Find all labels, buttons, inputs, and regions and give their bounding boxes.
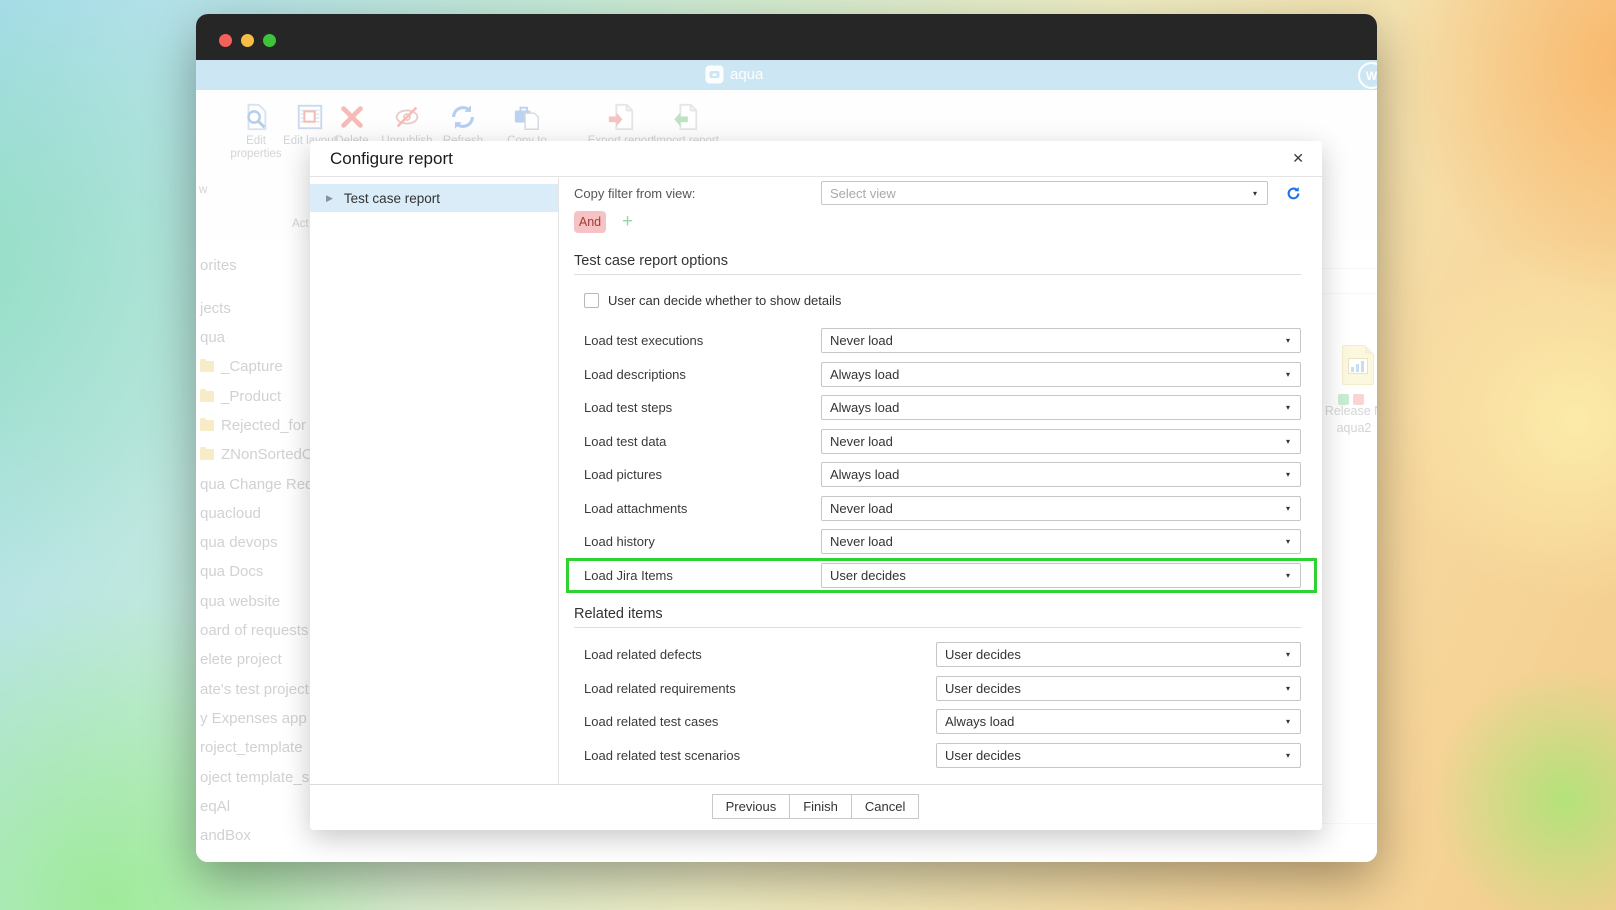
section-divider (574, 274, 1301, 275)
load-related-test-cases-row: Load related test casesAlways load▾ (574, 705, 1301, 739)
load-attachments-label: Load attachments (574, 501, 821, 516)
load-related-defects-label: Load related defects (574, 647, 936, 662)
select-value: User decides (945, 647, 1286, 662)
load-test-steps-label: Load test steps (574, 400, 821, 415)
load-related-test-scenarios-select[interactable]: User decides▾ (936, 743, 1301, 768)
select-value: User decides (945, 681, 1286, 696)
chevron-down-icon: ▾ (1286, 370, 1290, 379)
chevron-down-icon: ▾ (1286, 537, 1290, 546)
load-test-data-label: Load test data (574, 434, 821, 449)
add-filter-icon[interactable]: + (622, 211, 633, 233)
copy-filter-label: Copy filter from view: (574, 186, 821, 201)
chevron-down-icon: ▾ (1286, 336, 1290, 345)
chevron-down-icon: ▾ (1286, 403, 1290, 412)
dialog-header: Configure report ✕ (310, 141, 1322, 177)
select-value: Always load (830, 467, 1286, 482)
chevron-down-icon: ▾ (1286, 504, 1290, 513)
select-view-dropdown[interactable]: Select view ▾ (821, 181, 1268, 205)
select-value: Always load (830, 400, 1286, 415)
sidebar-item-test-case-report[interactable]: ▶ Test case report (310, 184, 558, 212)
load-descriptions-label: Load descriptions (574, 367, 821, 382)
filter-operator-row: And + (574, 211, 1301, 233)
chevron-down-icon: ▾ (1286, 684, 1290, 693)
load-attachments-select[interactable]: Never load▾ (821, 496, 1301, 521)
related-rows: Load related defectsUser decides▾Load re… (574, 638, 1301, 772)
finish-button[interactable]: Finish (789, 794, 852, 819)
load-descriptions-select[interactable]: Always load▾ (821, 362, 1301, 387)
configure-report-dialog: Configure report ✕ ▶ Test case report Co… (310, 141, 1322, 830)
load-history-row: Load historyNever load▾ (574, 525, 1301, 559)
select-value: Never load (830, 501, 1286, 516)
traffic-light-minimize[interactable] (241, 34, 254, 47)
select-value: User decides (945, 748, 1286, 763)
dialog-footer: PreviousFinishCancel (310, 784, 1322, 830)
previous-button[interactable]: Previous (712, 794, 791, 819)
load-related-test-scenarios-row: Load related test scenariosUser decides▾ (574, 739, 1301, 773)
select-value: User decides (830, 568, 1286, 583)
chevron-down-icon: ▾ (1286, 470, 1290, 479)
load-related-defects-row: Load related defectsUser decides▾ (574, 638, 1301, 672)
load-test-steps-select[interactable]: Always load▾ (821, 395, 1301, 420)
load-descriptions-row: Load descriptionsAlways load▾ (574, 358, 1301, 392)
load-related-test-cases-select[interactable]: Always load▾ (936, 709, 1301, 734)
show-details-row: User can decide whether to show details (574, 293, 1301, 308)
dialog-title: Configure report (330, 149, 1292, 169)
and-operator-badge[interactable]: And (574, 211, 606, 233)
copy-filter-row: Copy filter from view: Select view ▾ (574, 181, 1301, 205)
select-value: Never load (830, 534, 1286, 549)
load-related-test-scenarios-label: Load related test scenarios (574, 748, 936, 763)
section-divider (574, 627, 1301, 628)
options-rows: Load test executionsNever load▾Load desc… (574, 324, 1301, 592)
dialog-content: Copy filter from view: Select view ▾ And… (560, 178, 1322, 784)
load-jira-items-label: Load Jira Items (574, 568, 821, 583)
load-pictures-row: Load picturesAlways load▾ (574, 458, 1301, 492)
load-history-label: Load history (574, 534, 821, 549)
options-section-title: Test case report options (574, 253, 1301, 269)
load-test-executions-select[interactable]: Never load▾ (821, 328, 1301, 353)
load-test-executions-row: Load test executionsNever load▾ (574, 324, 1301, 358)
load-related-test-cases-label: Load related test cases (574, 714, 936, 729)
chevron-right-icon[interactable]: ▶ (326, 193, 333, 204)
chevron-down-icon: ▾ (1286, 571, 1290, 580)
traffic-light-close[interactable] (219, 34, 232, 47)
refresh-filter-icon[interactable] (1286, 186, 1301, 201)
select-value: Never load (830, 434, 1286, 449)
chevron-down-icon: ▾ (1286, 650, 1290, 659)
cancel-button[interactable]: Cancel (851, 794, 919, 819)
show-details-checkbox[interactable] (584, 293, 599, 308)
load-jira-items-row: Load Jira ItemsUser decides▾ (574, 559, 1301, 593)
load-related-requirements-select[interactable]: User decides▾ (936, 676, 1301, 701)
select-value: Always load (830, 367, 1286, 382)
chevron-down-icon: ▾ (1253, 189, 1257, 198)
chevron-down-icon: ▾ (1286, 437, 1290, 446)
traffic-light-zoom[interactable] (263, 34, 276, 47)
load-pictures-select[interactable]: Always load▾ (821, 462, 1301, 487)
load-history-select[interactable]: Never load▾ (821, 529, 1301, 554)
load-test-data-select[interactable]: Never load▾ (821, 429, 1301, 454)
select-value: Always load (945, 714, 1286, 729)
macos-window: aqua W w Act Edit propertiesEdit layoutD… (196, 14, 1377, 862)
load-jira-items-select[interactable]: User decides▾ (821, 563, 1301, 588)
load-pictures-label: Load pictures (574, 467, 821, 482)
dialog-sidebar: ▶ Test case report (310, 178, 559, 784)
load-test-steps-row: Load test stepsAlways load▾ (574, 391, 1301, 425)
chevron-down-icon: ▾ (1286, 751, 1290, 760)
window-titlebar[interactable] (196, 14, 1377, 60)
select-value: Never load (830, 333, 1286, 348)
load-test-data-row: Load test dataNever load▾ (574, 425, 1301, 459)
load-attachments-row: Load attachmentsNever load▾ (574, 492, 1301, 526)
close-icon[interactable]: ✕ (1292, 150, 1304, 167)
chevron-down-icon: ▾ (1286, 717, 1290, 726)
load-related-requirements-row: Load related requirementsUser decides▾ (574, 672, 1301, 706)
load-test-executions-label: Load test executions (574, 333, 821, 348)
load-related-requirements-label: Load related requirements (574, 681, 936, 696)
load-related-defects-select[interactable]: User decides▾ (936, 642, 1301, 667)
related-section-title: Related items (574, 606, 1301, 622)
